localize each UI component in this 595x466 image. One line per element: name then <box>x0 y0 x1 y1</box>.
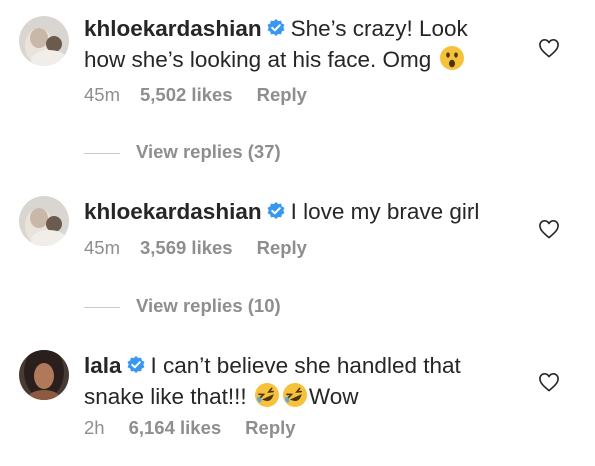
comment-body-line1: I can’t believe she handled that <box>150 353 461 378</box>
avatar[interactable] <box>19 196 69 246</box>
verified-badge-icon <box>126 354 146 382</box>
reply-button[interactable]: Reply <box>257 237 307 259</box>
comment-meta: 45m 5,502 likes Reply <box>84 84 307 106</box>
verified-badge-icon <box>266 17 286 45</box>
comment-username[interactable]: khloekardashian <box>84 16 262 41</box>
comment-time: 45m <box>84 237 120 258</box>
verified-badge-icon <box>266 200 286 228</box>
comment-meta: 2h 6,164 likes Reply <box>84 417 296 439</box>
comment-body-line2: snake like that!!! <box>84 384 247 409</box>
comment-text: khloekardashian I love my brave girl <box>84 198 524 228</box>
view-replies-label: View replies (37) <box>136 141 281 162</box>
likes-count[interactable]: 6,164 likes <box>129 417 222 439</box>
reply-button[interactable]: Reply <box>257 84 307 106</box>
avatar[interactable] <box>19 350 69 400</box>
comment-body-line1: She’s crazy! Look <box>290 16 468 41</box>
comment-meta: 45m 3,569 likes Reply <box>84 237 307 259</box>
comment-body: I love my brave girl <box>290 199 480 224</box>
comment-time: 45m <box>84 84 120 105</box>
rolling-on-floor-laughing-icon <box>254 382 280 415</box>
comment-time: 2h <box>84 417 105 438</box>
likes-count[interactable]: 5,502 likes <box>140 84 233 106</box>
heart-outline-icon[interactable] <box>538 372 560 392</box>
reply-button[interactable]: Reply <box>245 417 295 439</box>
heart-outline-icon[interactable] <box>538 219 560 239</box>
comment-username[interactable]: khloekardashian <box>84 199 262 224</box>
comment-text: lala I can’t believe she handled that sna… <box>84 352 524 415</box>
astonished-face-icon <box>439 45 465 78</box>
view-replies-button[interactable]: View replies (37) <box>84 141 281 163</box>
comment-body-line2-end: Wow <box>308 384 359 409</box>
comment-username[interactable]: lala <box>84 353 122 378</box>
avatar[interactable] <box>19 16 69 66</box>
view-replies-button[interactable]: View replies (10) <box>84 295 281 317</box>
divider <box>84 152 120 154</box>
comment-text: khloekardashian She’s crazy! Look how she… <box>84 15 524 78</box>
divider <box>84 306 120 308</box>
view-replies-label: View replies (10) <box>136 295 281 316</box>
comment-body-line2: how she’s looking at his face. Omg <box>84 47 432 72</box>
rolling-on-floor-laughing-icon <box>282 382 308 415</box>
heart-outline-icon[interactable] <box>538 38 560 58</box>
likes-count[interactable]: 3,569 likes <box>140 237 233 259</box>
